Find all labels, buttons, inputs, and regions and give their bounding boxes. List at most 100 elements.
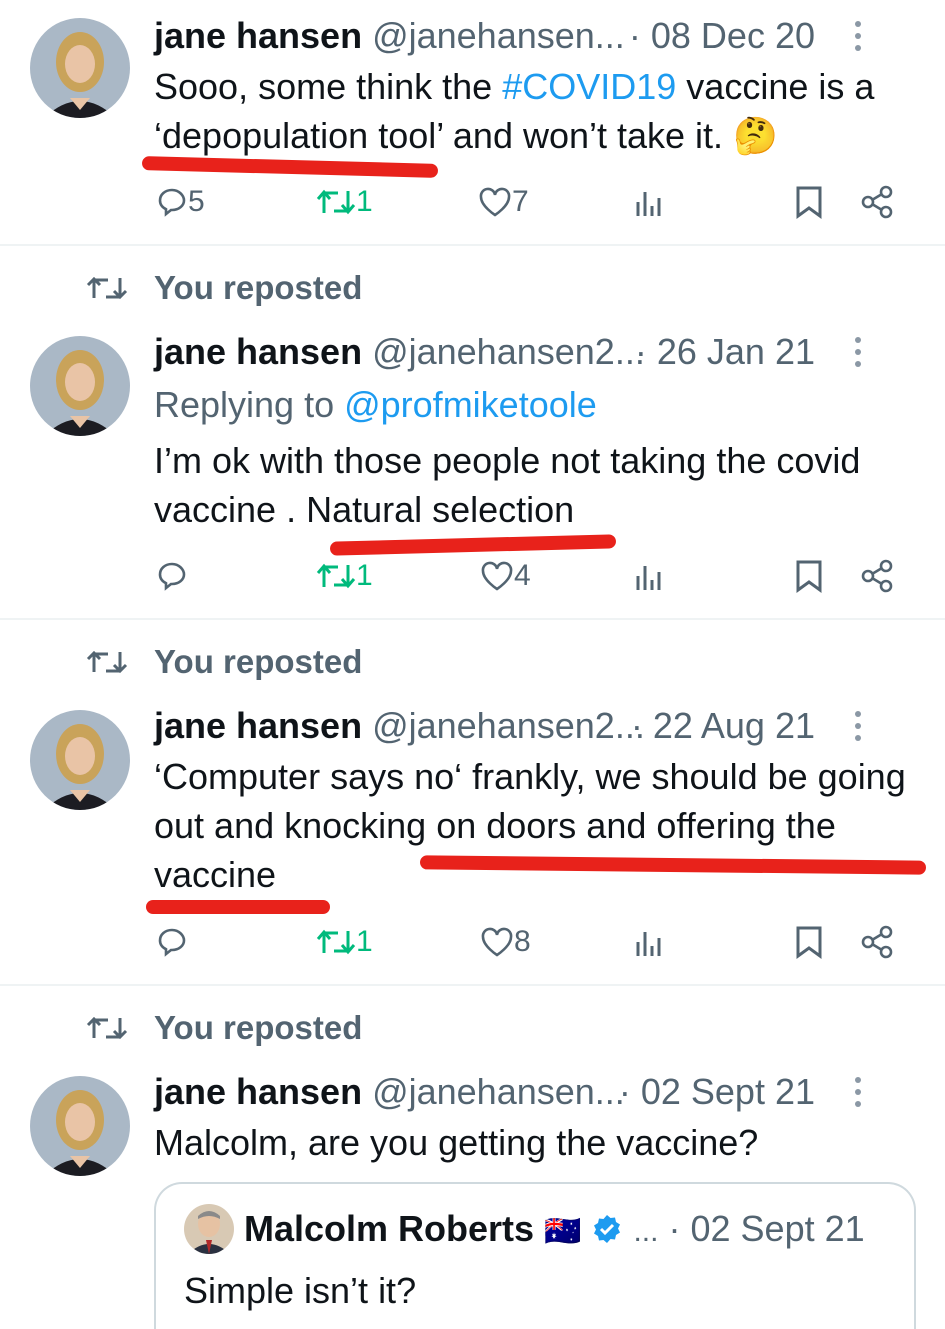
- quoted-ellipsis: ...: [633, 1215, 659, 1248]
- bookmark-button[interactable]: [794, 180, 824, 224]
- tweet-text: Malcolm, are you getting the vaccine?: [154, 1122, 759, 1163]
- share-icon: [861, 925, 893, 959]
- more-options-icon[interactable]: [853, 710, 863, 742]
- quoted-avatar[interactable]: [184, 1204, 234, 1254]
- avatar[interactable]: [30, 710, 130, 810]
- share-icon: [861, 559, 893, 593]
- reply-icon: [158, 928, 186, 957]
- repost-icon: [86, 276, 128, 300]
- repost-count: 1: [356, 185, 373, 218]
- like-button[interactable]: 7: [478, 180, 529, 224]
- repost-icon: [86, 650, 128, 674]
- tweet-date[interactable]: · 08 Dec 20: [629, 14, 815, 58]
- analytics-icon: [636, 932, 661, 956]
- author-handle[interactable]: @janehansen2...: [372, 705, 645, 746]
- repost-icon: [86, 1016, 128, 1040]
- avatar-photo: [30, 336, 130, 436]
- tweet-text-part: Sooo, some think the: [154, 66, 503, 107]
- bookmark-icon: [796, 926, 822, 959]
- views-button[interactable]: [634, 180, 664, 224]
- repost-indicator: You reposted: [0, 1008, 945, 1048]
- quoted-avatar-photo: [184, 1204, 234, 1254]
- tweet-actions: 1 4: [0, 554, 945, 598]
- hashtag-link[interactable]: #COVID19: [502, 66, 676, 107]
- avatar-photo: [30, 18, 130, 118]
- repost-count: 1: [356, 925, 373, 958]
- tweet-date[interactable]: · 02 Sept 21: [619, 1070, 815, 1114]
- tweet-text: I’m ok with those people not taking the …: [154, 440, 861, 530]
- share-button[interactable]: [860, 554, 894, 598]
- repost-indicator: You reposted: [0, 642, 945, 682]
- author-handle[interactable]: @janehansen2...: [372, 331, 645, 372]
- views-button[interactable]: [634, 920, 664, 964]
- more-options-icon[interactable]: [853, 1076, 863, 1108]
- quoted-author-name-text: Malcolm Roberts: [244, 1208, 535, 1249]
- repost-button[interactable]: 1: [316, 920, 373, 964]
- bookmark-icon: [796, 560, 822, 593]
- mention-link[interactable]: @profmiketoole: [344, 384, 597, 425]
- author-name[interactable]: jane hansen: [154, 331, 362, 372]
- tweet-1[interactable]: jane hansen @janehansen... · 08 Dec 20 So…: [0, 0, 945, 244]
- flag-icon: 🇦🇺: [544, 1215, 582, 1248]
- repost-icon: [316, 929, 356, 955]
- reply-count: 5: [188, 185, 205, 218]
- tweet-date[interactable]: · 26 Jan 21: [635, 330, 815, 374]
- share-button[interactable]: [860, 180, 894, 224]
- reply-button[interactable]: [156, 920, 188, 964]
- tweet-actions: 5 1 7: [0, 180, 945, 224]
- tweet-header: jane hansen @janehansen... · 02 Sept 21: [154, 1070, 905, 1114]
- like-button[interactable]: 8: [480, 920, 531, 964]
- avatar[interactable]: [30, 1076, 130, 1176]
- avatar[interactable]: [30, 18, 130, 118]
- bookmark-icon: [796, 186, 822, 219]
- analytics-icon: [636, 192, 661, 216]
- bookmark-button[interactable]: [794, 554, 824, 598]
- quoted-tweet[interactable]: Malcolm Roberts 🇦🇺 ... · 02 Sept 21 Simp…: [154, 1182, 916, 1329]
- share-icon: [861, 185, 893, 219]
- repost-icon: [316, 563, 356, 589]
- repost-button[interactable]: 1: [316, 180, 373, 224]
- heart-icon: [479, 187, 511, 217]
- replying-to: Replying to @profmiketoole: [154, 380, 924, 429]
- bookmark-button[interactable]: [794, 920, 824, 964]
- reply-icon: [158, 562, 186, 591]
- tweet-header: jane hansen @janehansen... · 08 Dec 20: [154, 14, 905, 58]
- repost-label: You reposted: [154, 1009, 363, 1046]
- verified-badge-icon: [594, 1215, 621, 1243]
- repost-button[interactable]: 1: [316, 554, 373, 598]
- repost-label: You reposted: [154, 643, 363, 680]
- avatar-photo: [30, 710, 130, 810]
- tweet-text: Sooo, some think the #COVID19 vaccine is…: [154, 62, 924, 160]
- author-name[interactable]: jane hansen: [154, 1071, 362, 1112]
- author-name[interactable]: jane hansen: [154, 15, 362, 56]
- avatar[interactable]: [30, 336, 130, 436]
- like-count: 4: [514, 559, 531, 592]
- repost-icon: [316, 189, 356, 215]
- views-button[interactable]: [634, 554, 664, 598]
- share-button[interactable]: [860, 920, 894, 964]
- reply-button[interactable]: [156, 554, 188, 598]
- annotation-underline: [146, 900, 330, 914]
- tweet-header: jane hansen @janehansen2... · 26 Jan 21: [154, 330, 905, 374]
- author-handle[interactable]: @janehansen...: [372, 1071, 625, 1112]
- more-options-icon[interactable]: [853, 20, 863, 52]
- annotation-underline: [329, 534, 617, 556]
- like-button[interactable]: 4: [480, 554, 531, 598]
- heart-icon: [481, 561, 513, 591]
- reply-button[interactable]: 5: [156, 180, 205, 224]
- like-count: 7: [512, 185, 529, 218]
- tweet-2[interactable]: You reposted jane hansen @janehansen2... …: [0, 246, 945, 618]
- more-options-icon[interactable]: [853, 336, 863, 368]
- tweet-4[interactable]: You reposted jane hansen @janehansen... ·…: [0, 986, 945, 1329]
- author-name[interactable]: jane hansen: [154, 705, 362, 746]
- tweet-3[interactable]: You reposted jane hansen @janehansen2... …: [0, 620, 945, 984]
- repost-count: 1: [356, 559, 373, 592]
- tweet-actions: 1 8: [0, 920, 945, 964]
- tweet-header: jane hansen @janehansen2... · 22 Aug 21: [154, 704, 905, 748]
- analytics-icon: [636, 566, 661, 590]
- author-handle[interactable]: @janehansen...: [372, 15, 625, 56]
- quoted-author-name[interactable]: Malcolm Roberts 🇦🇺 ... · 02 Sept 21: [244, 1204, 865, 1257]
- repost-indicator: You reposted: [0, 268, 945, 308]
- quoted-tweet-date[interactable]: · 02 Sept 21: [669, 1208, 865, 1249]
- tweet-date[interactable]: · 22 Aug 21: [631, 704, 815, 748]
